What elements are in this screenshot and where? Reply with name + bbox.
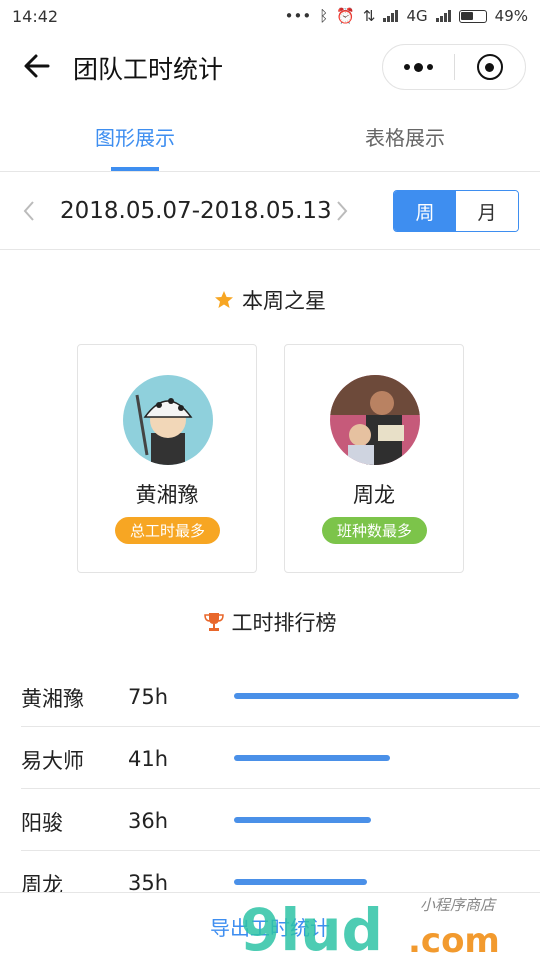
dot-icon: [403, 64, 410, 70]
battery-icon: [458, 9, 487, 23]
member-name: 黄湘豫: [21, 687, 84, 711]
bluetooth-icon: ᛒ: [319, 7, 329, 25]
dot-icon: [426, 64, 433, 70]
star-name: 黄湘豫: [135, 483, 199, 507]
signal-icon: [383, 10, 399, 22]
previous-week-chevron-icon[interactable]: [22, 200, 36, 222]
member-hours: 36h: [128, 809, 169, 833]
star-card[interactable]: 周龙 班种数最多: [284, 344, 464, 573]
hours-bar: [234, 693, 519, 699]
ranking-row[interactable]: 黄湘豫 75h: [21, 665, 540, 727]
status-badge: 班种数最多: [322, 517, 427, 544]
week-toggle-button[interactable]: 周: [394, 191, 456, 231]
ranking-heading: 工时排行榜: [0, 607, 540, 637]
more-notifications-icon: •••: [284, 7, 312, 25]
page-title: 团队工时统计: [73, 55, 224, 84]
status-bar: 14:42 ••• ᛒ ⏰ ⇅ 4G 49%: [0, 0, 540, 32]
star-icon: [215, 291, 233, 308]
data-transfer-icon: ⇅: [362, 7, 376, 25]
status-icons: ••• ᛒ ⏰ ⇅ 4G 49%: [285, 7, 528, 25]
hours-bar: [234, 817, 371, 823]
bottom-bar: 导出工时统计: [0, 892, 540, 960]
next-week-chevron-icon[interactable]: [335, 200, 349, 222]
ranking-list: 黄湘豫 75h 易大师 41h 阳骏 36h 周龙 35h: [21, 665, 540, 913]
status-time: 14:42: [12, 6, 59, 26]
tab-chart-view[interactable]: 图形展示: [0, 102, 270, 171]
member-hours: 41h: [128, 747, 169, 771]
network-type: 4G: [406, 7, 428, 25]
star-name: 周龙: [353, 483, 395, 507]
ranking-row[interactable]: 阳骏 36h: [21, 789, 540, 851]
member-name: 易大师: [21, 749, 84, 773]
back-arrow-icon[interactable]: [22, 51, 52, 81]
star-title-text: 本周之星: [242, 289, 326, 313]
miniprogram-capsule: [382, 44, 526, 90]
alarm-icon: ⏰: [336, 7, 355, 25]
star-of-week-heading: 本周之星: [0, 285, 540, 315]
avatar: [330, 375, 420, 465]
battery-percent: 49%: [494, 7, 528, 25]
ranking-row[interactable]: 易大师 41h: [21, 727, 540, 789]
hours-bar: [234, 879, 367, 885]
star-card[interactable]: 黄湘豫 总工时最多: [77, 344, 257, 573]
close-miniprogram-button[interactable]: [455, 45, 526, 89]
nav-bar: 团队工时统计: [0, 32, 540, 102]
view-tabs: 图形展示 表格展示: [0, 102, 540, 172]
member-name: 阳骏: [21, 811, 63, 835]
status-badge: 总工时最多: [115, 517, 220, 544]
signal-2-icon: [435, 10, 451, 22]
dot-icon: [413, 62, 423, 72]
target-close-icon: [476, 54, 503, 80]
member-hours: 75h: [128, 685, 169, 709]
more-menu-button[interactable]: [383, 45, 454, 89]
month-toggle-button[interactable]: 月: [456, 191, 518, 231]
date-range: 2018.05.07-2018.05.13: [60, 198, 332, 224]
export-stats-button[interactable]: 导出工时统计: [210, 912, 330, 941]
date-selector: 2018.05.07-2018.05.13 周 月: [0, 172, 540, 250]
ranking-title-text: 工时排行榜: [231, 611, 337, 635]
avatar: [123, 375, 213, 465]
trophy-icon: [203, 613, 224, 631]
week-month-toggle: 周 月: [393, 190, 519, 232]
hours-bar: [234, 755, 390, 761]
tab-table-view[interactable]: 表格展示: [270, 102, 540, 171]
